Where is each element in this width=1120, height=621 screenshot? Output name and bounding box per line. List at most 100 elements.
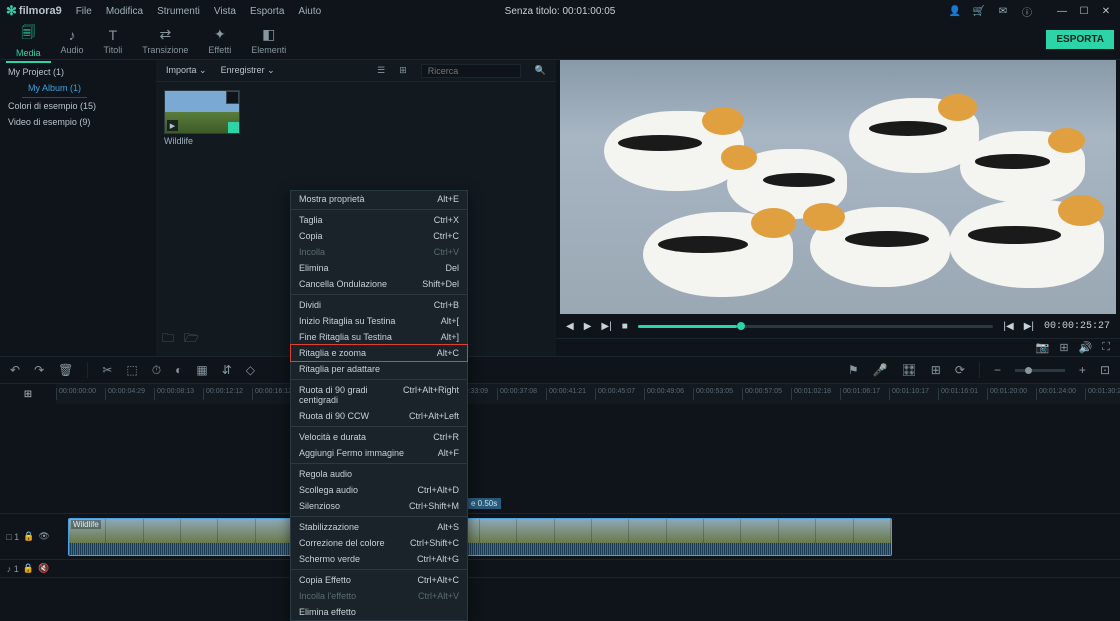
menu-export[interactable]: Esporta [250, 6, 284, 17]
context-item[interactable]: Cancella OndulazioneShift+Del [291, 276, 467, 292]
volume-icon[interactable]: 🔊 [1079, 341, 1093, 354]
new-folder-icon[interactable]: 🗀 [162, 329, 174, 350]
cart-icon[interactable]: 🛒 [972, 4, 986, 18]
tab-transition[interactable]: ⇄Transizione [132, 23, 198, 58]
lock-icon[interactable]: 🔒 [23, 531, 34, 542]
preview-video[interactable] [560, 60, 1116, 314]
maximize-button[interactable]: ☐ [1076, 6, 1092, 17]
split-icon[interactable]: ✂ [102, 363, 112, 377]
color-icon[interactable]: ◐ [175, 363, 182, 377]
menu-file[interactable]: File [76, 6, 92, 17]
video-clip[interactable]: Wildlife [68, 518, 892, 556]
mute-icon[interactable]: 🔇 [38, 563, 49, 574]
folder-icon[interactable]: 🗁 [184, 329, 199, 350]
context-menu: Mostra proprietàAlt+E TagliaCtrl+XCopiaCt… [290, 190, 468, 621]
render-icon[interactable]: ⟳ [955, 363, 965, 377]
prev-frame-button[interactable]: ◀ [566, 321, 574, 332]
import-dropdown[interactable]: Importa ⌄ [166, 65, 207, 76]
context-item[interactable]: Ritaglia per adattare [291, 361, 467, 377]
speed-icon[interactable]: ⏱ [152, 363, 161, 378]
quality-icon[interactable]: ⊞ [1059, 341, 1068, 354]
stop-button[interactable]: ■ [622, 321, 628, 332]
context-item[interactable]: Ritaglia e zoomaAlt+C [290, 344, 468, 362]
next-frame-button[interactable]: ▶| [601, 321, 611, 332]
timeline-settings-icon[interactable]: ⊞ [0, 384, 56, 404]
adjust-icon[interactable]: ⇵ [222, 363, 232, 377]
context-item[interactable]: StabilizzazioneAlt+S [291, 519, 467, 535]
context-item[interactable]: Elimina effetto [291, 604, 467, 620]
zoom-in-icon[interactable]: + [1079, 363, 1086, 377]
export-button[interactable]: ESPORTA [1046, 30, 1114, 49]
play-button[interactable]: ▶ [584, 321, 592, 332]
context-item[interactable]: Schermo verdeCtrl+Alt+G [291, 551, 467, 567]
lock-icon[interactable]: 🔒 [23, 563, 34, 574]
timeline-ruler[interactable]: 00:00:00:0000:00:04:2900:00:08:1300:00:1… [56, 384, 1120, 404]
context-item[interactable]: Velocità e durataCtrl+R [291, 429, 467, 445]
preview-time: 00:00:25:27 [1044, 321, 1110, 332]
record-dropdown[interactable]: Enregistrer ⌄ [221, 65, 275, 76]
mic-icon[interactable]: 🎤 [873, 363, 888, 377]
info-icon[interactable]: ⓘ [1020, 4, 1034, 18]
context-item[interactable]: DividiCtrl+B [291, 297, 467, 313]
media-icon: 🗐 [21, 22, 35, 46]
sidebar-item-project[interactable]: My Project (1) [2, 64, 154, 80]
window-controls: — ☐ ✕ [1054, 6, 1114, 17]
notification-icon[interactable]: ✉ [996, 4, 1010, 18]
sidebar-item-videos[interactable]: Video di esempio (9) [2, 114, 154, 130]
media-thumbnail[interactable]: ▶ Wildlife [164, 90, 240, 146]
keyframe-icon[interactable]: ◇ [246, 363, 255, 377]
context-item[interactable]: Fine Ritaglia su TestinaAlt+] [291, 329, 467, 345]
menu-edit[interactable]: Modifica [106, 6, 143, 17]
delete-icon[interactable]: 🗑 [58, 363, 73, 377]
eye-icon[interactable]: 👁 [38, 531, 49, 542]
prev-clip-button[interactable]: |◀ [1003, 321, 1013, 332]
context-item[interactable]: EliminaDel [291, 260, 467, 276]
filter-icon[interactable]: ☰ [377, 65, 385, 76]
undo-icon[interactable]: ↶ [10, 363, 20, 377]
context-item[interactable]: Correzione del coloreCtrl+Shift+C [291, 535, 467, 551]
menu-tools[interactable]: Strumenti [157, 6, 200, 17]
context-item[interactable]: Regola audio [291, 466, 467, 482]
zoom-fit-icon[interactable]: ⊡ [1100, 363, 1110, 377]
search-input[interactable] [421, 64, 521, 78]
context-item[interactable]: Mostra proprietàAlt+E [291, 191, 467, 207]
minimize-button[interactable]: — [1054, 6, 1070, 17]
video-track-head: □ 1 🔒 👁 [0, 531, 56, 542]
zoom-slider[interactable] [1015, 369, 1065, 372]
context-item[interactable]: Inizio Ritaglia su TestinaAlt+[ [291, 313, 467, 329]
marker-icon[interactable]: ⚑ [848, 363, 859, 377]
video-track-body[interactable]: Wildlife [56, 514, 1120, 559]
tab-audio[interactable]: ♪Audio [51, 24, 94, 58]
green-screen-icon[interactable]: ▦ [196, 363, 207, 377]
tab-titles[interactable]: TTitoli [94, 24, 133, 58]
menu-view[interactable]: Vista [214, 6, 236, 17]
tab-elements[interactable]: ◧Elementi [241, 23, 296, 58]
menu-help[interactable]: Aiuto [298, 6, 321, 17]
context-item[interactable]: Ruota di 90 CCWCtrl+Alt+Left [291, 408, 467, 424]
fullscreen-icon[interactable]: ⛶ [1102, 341, 1110, 354]
context-item[interactable]: CopiaCtrl+C [291, 228, 467, 244]
next-clip-button[interactable]: ▶| [1024, 321, 1034, 332]
mixer-icon[interactable]: 🎛 [902, 363, 917, 377]
context-item[interactable]: Copia EffettoCtrl+Alt+C [291, 572, 467, 588]
sort-icon[interactable]: ⊞ [399, 65, 407, 76]
context-item[interactable]: Aggiungi Fermo immagineAlt+F [291, 445, 467, 461]
crop-icon[interactable]: ⬚ [126, 363, 137, 377]
sidebar-item-colors[interactable]: Colori di esempio (15) [2, 98, 154, 114]
view-icon[interactable]: ⊞ [931, 363, 941, 377]
context-item[interactable]: Ruota di 90 gradi centigradiCtrl+Alt+Rig… [291, 382, 467, 408]
search-icon[interactable]: 🔍 [535, 65, 546, 76]
context-item[interactable]: TagliaCtrl+X [291, 212, 467, 228]
zoom-out-icon[interactable]: − [994, 363, 1001, 377]
snapshot-icon[interactable]: 📷 [1036, 341, 1050, 354]
redo-icon[interactable]: ↷ [34, 363, 44, 377]
close-button[interactable]: ✕ [1098, 6, 1114, 17]
preview-progress[interactable] [638, 325, 994, 328]
user-icon[interactable]: 👤 [948, 4, 962, 18]
context-item[interactable]: SilenziosoCtrl+Shift+M [291, 498, 467, 514]
tab-media[interactable]: 🗐Media [6, 19, 51, 63]
audio-track-body[interactable] [56, 560, 1120, 577]
tab-effects[interactable]: ✦Effetti [198, 23, 241, 58]
context-item[interactable]: Scollega audioCtrl+Alt+D [291, 482, 467, 498]
sidebar-item-album[interactable]: My Album (1) [2, 80, 154, 97]
